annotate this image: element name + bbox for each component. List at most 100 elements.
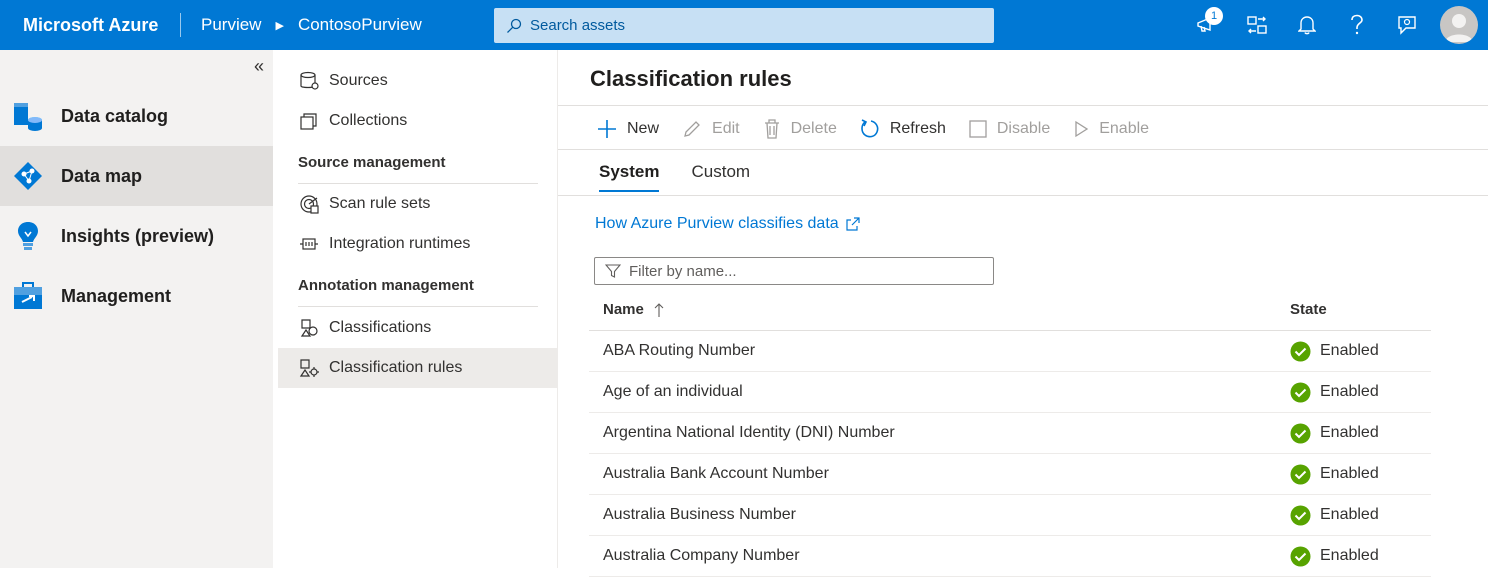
nav-item-management[interactable]: Management [0, 266, 273, 326]
enable-button[interactable]: Enable [1072, 119, 1149, 139]
bell-button[interactable] [1282, 0, 1332, 50]
table-row[interactable]: Argentina National Identity (DNI) Number… [589, 413, 1431, 454]
management-icon [11, 279, 45, 313]
row-state-label: Enabled [1320, 383, 1379, 400]
edit-button[interactable]: Edit [681, 118, 740, 140]
refresh-icon [861, 119, 879, 138]
row-state: Enabled [1290, 505, 1431, 526]
nav-item-label: Data map [61, 165, 143, 186]
nav-item-data-catalog[interactable]: Data catalog [0, 86, 273, 146]
delete-label: Delete [790, 120, 837, 137]
delete-button[interactable]: Delete [762, 118, 837, 140]
row-name: Australia Company Number [603, 547, 800, 564]
collapse-nav-button[interactable]: « [254, 56, 264, 77]
subnav-label: Integration runtimes [329, 235, 471, 252]
subnav-label: Sources [329, 72, 388, 89]
collections-icon [298, 110, 320, 132]
top-bar: Microsoft Azure Purview ▶ ContosoPurview… [0, 0, 1488, 50]
refresh-button[interactable]: Refresh [859, 118, 946, 140]
filter-placeholder: Filter by name... [629, 262, 737, 280]
subnav-item-sources[interactable]: Sources [278, 61, 557, 101]
subnav-item-collections[interactable]: Collections [278, 101, 557, 141]
row-state: Enabled [1290, 341, 1431, 362]
pencil-icon [684, 121, 700, 137]
help-button[interactable] [1332, 0, 1382, 50]
check-circle-icon [1290, 341, 1311, 361]
nav-item-data-map[interactable]: Data map [0, 146, 273, 206]
row-state-label: Enabled [1320, 547, 1379, 564]
tab-custom[interactable]: Custom [691, 162, 750, 192]
nav-item-label: Insights (preview) [61, 225, 215, 246]
help-icon [1351, 14, 1363, 35]
table-row[interactable]: Australia Company Number Enabled [589, 536, 1431, 577]
trash-icon [764, 119, 779, 139]
table-row[interactable]: ABA Routing Number Enabled [589, 331, 1431, 372]
user-avatar-icon [1445, 14, 1473, 42]
how-purview-classifies-link[interactable]: How Azure Purview classifies data [595, 215, 860, 233]
toolbar: New Edit Delete Refresh Disable Enable [596, 114, 1171, 144]
edit-label: Edit [712, 120, 740, 137]
nav-item-insights[interactable]: Insights (preview) [0, 206, 273, 266]
filter-by-name-input[interactable]: Filter by name... [594, 257, 994, 285]
breadcrumb-purview[interactable]: Purview [201, 15, 261, 35]
feedback-button[interactable] [1382, 0, 1432, 50]
subnav-item-classification-rules[interactable]: Classification rules [278, 348, 557, 388]
breadcrumb: Purview ▶ ContosoPurview [201, 15, 422, 35]
help-link-label: How Azure Purview classifies data [595, 215, 839, 232]
subnav-item-integration-runtimes[interactable]: Integration runtimes [278, 224, 557, 264]
disable-button[interactable]: Disable [968, 119, 1050, 139]
data-map-subnav: Sources Collections Source management Sc… [278, 50, 558, 568]
row-name: Australia Business Number [603, 506, 796, 523]
play-icon [1075, 120, 1089, 138]
feedback-icon [1398, 16, 1416, 35]
subnav-label: Scan rule sets [329, 195, 431, 212]
table-header: Name State [589, 289, 1431, 331]
subnav-label: Classification rules [329, 359, 463, 376]
search-placeholder: Search assets [530, 17, 626, 34]
row-state: Enabled [1290, 464, 1431, 485]
row-name: Age of an individual [603, 383, 743, 400]
brand-divider [180, 13, 181, 37]
table-row[interactable]: Australia Business Number Enabled [589, 495, 1431, 536]
database-icon [298, 70, 320, 92]
row-state-label: Enabled [1320, 424, 1379, 441]
row-name: Australia Bank Account Number [603, 465, 829, 482]
notifications-button[interactable]: 1 [1182, 0, 1232, 50]
user-avatar[interactable] [1440, 6, 1478, 44]
top-icons: 1 [1182, 0, 1488, 50]
subnav-label: Collections [329, 112, 408, 129]
table-body: ABA Routing Number Enabled Age of an indiv… [589, 331, 1431, 577]
column-header-name[interactable]: Name [589, 301, 1290, 318]
check-circle-icon [1290, 464, 1311, 484]
directory-switch-button[interactable] [1232, 0, 1282, 50]
row-state-label: Enabled [1320, 465, 1379, 482]
subnav-item-classifications[interactable]: Classifications [278, 308, 557, 348]
new-button[interactable]: New [596, 118, 659, 140]
nav-item-label: Management [61, 285, 172, 306]
row-state: Enabled [1290, 423, 1431, 444]
source-management-header: Source management [298, 154, 538, 184]
subnav-item-scan-rule-sets[interactable]: Scan rule sets [278, 184, 557, 224]
toolbar-divider [558, 149, 1488, 150]
table-row[interactable]: Australia Bank Account Number Enabled [589, 454, 1431, 495]
page-title: Classification rules [590, 66, 792, 91]
classification-rules-table: Name State ABA Routing Number Enabled Age … [589, 289, 1431, 577]
main-content: Classification rules New Edit Delete Ref… [558, 50, 1488, 577]
column-header-state[interactable]: State [1290, 301, 1431, 318]
brand-title[interactable]: Microsoft Azure [0, 15, 180, 36]
checkbox-icon [969, 120, 987, 138]
subnav-label: Classifications [329, 319, 432, 336]
check-circle-icon [1290, 382, 1311, 402]
data-map-icon [11, 159, 45, 193]
tab-system[interactable]: System [599, 162, 660, 192]
sort-ascending-icon [654, 302, 664, 317]
check-circle-icon [1290, 546, 1311, 566]
breadcrumb-contosopurview[interactable]: ContosoPurview [298, 15, 422, 35]
notification-badge: 1 [1205, 7, 1223, 25]
refresh-label: Refresh [889, 120, 946, 137]
check-circle-icon [1290, 423, 1311, 443]
search-assets-input[interactable]: Search assets [494, 8, 994, 43]
row-name: Argentina National Identity (DNI) Number [603, 424, 895, 441]
table-row[interactable]: Age of an individual Enabled [589, 372, 1431, 413]
classifications-icon [298, 317, 320, 339]
